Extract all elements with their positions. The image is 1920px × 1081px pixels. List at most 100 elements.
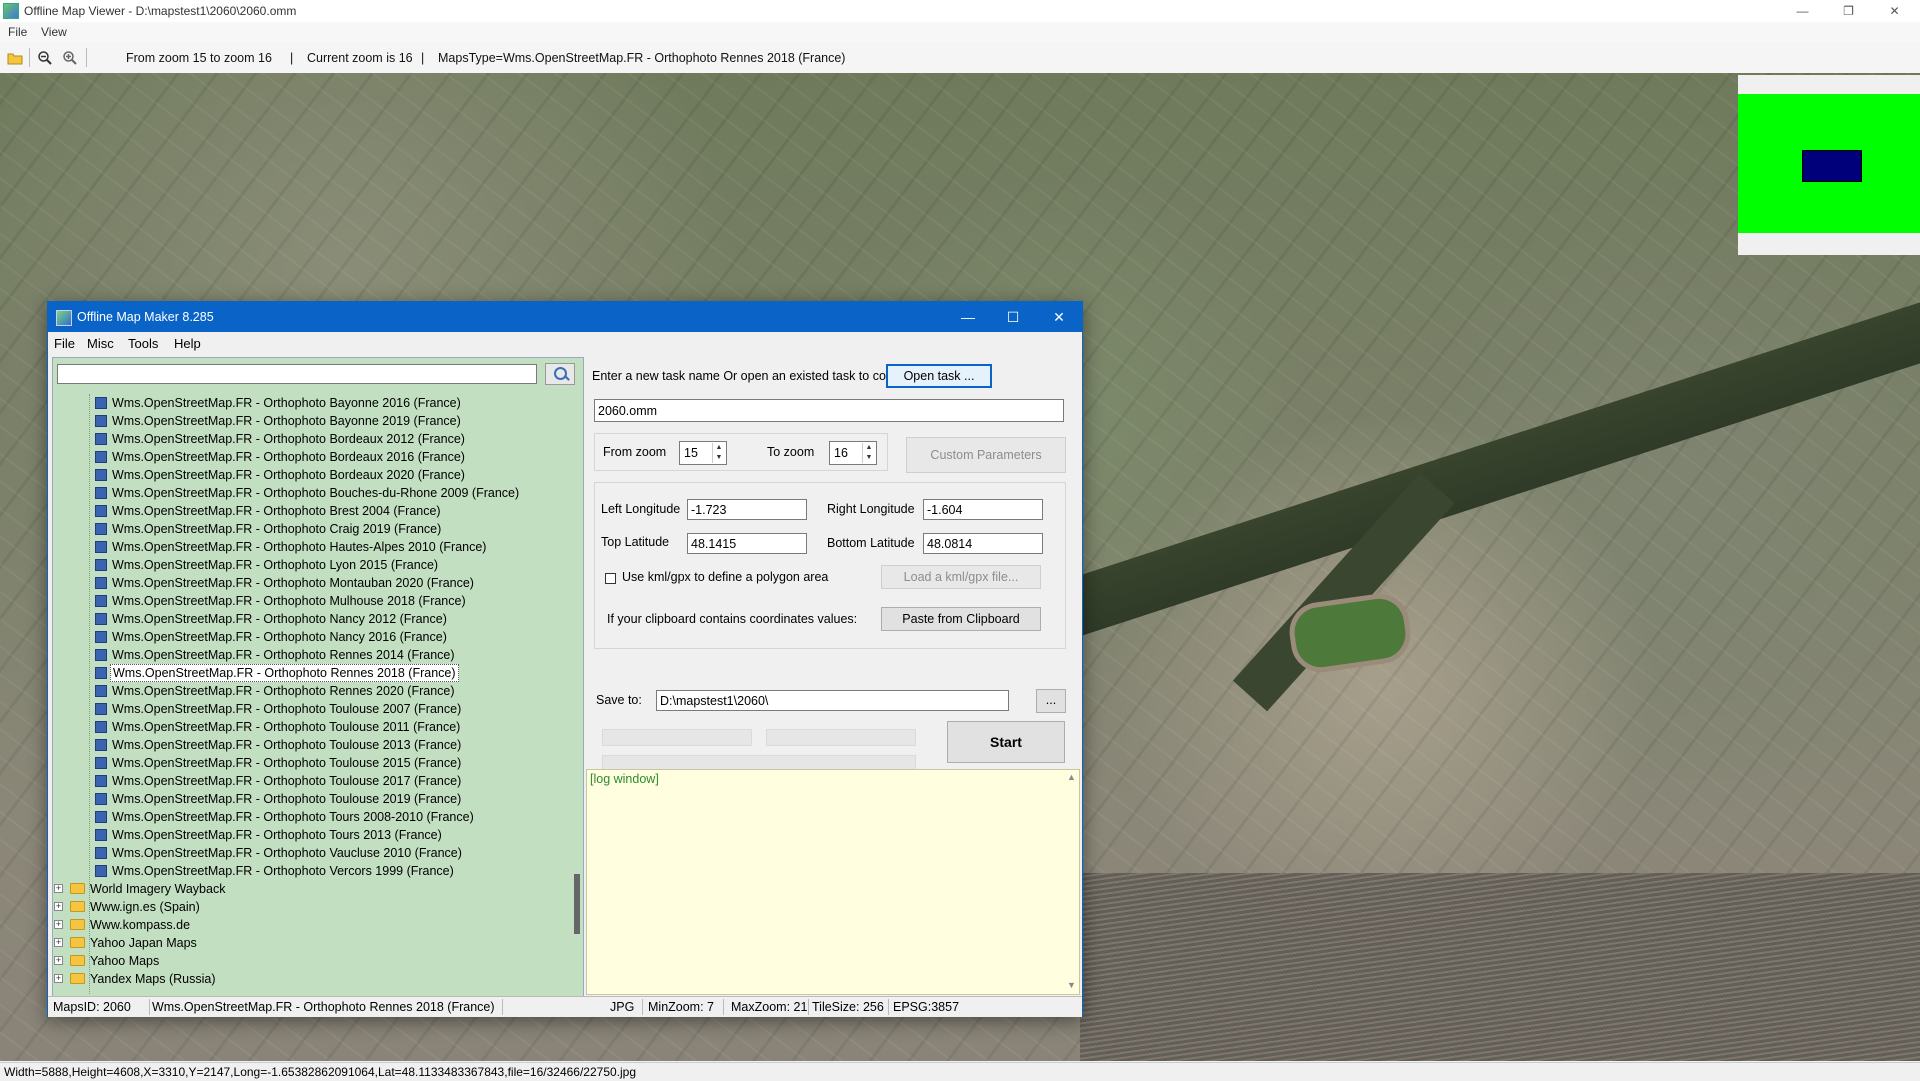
tree-item[interactable]: Wms.OpenStreetMap.FR - Orthophoto Bordea… [53, 448, 563, 466]
tree-item[interactable]: Wms.OpenStreetMap.FR - Orthophoto Tours … [53, 826, 563, 844]
tree-item[interactable]: Wms.OpenStreetMap.FR - Orthophoto Brest … [53, 502, 563, 520]
to-zoom-input[interactable] [832, 444, 860, 462]
tree-folder[interactable]: + Yahoo Maps [53, 952, 563, 970]
to-zoom-spinner[interactable]: ▲▼ [829, 441, 877, 465]
from-zoom-input[interactable] [682, 444, 710, 462]
expand-icon[interactable]: + [54, 974, 63, 983]
bottom-latitude-label: Bottom Latitude [827, 536, 915, 550]
tree-item[interactable]: Wms.OpenStreetMap.FR - Orthophoto Toulou… [53, 718, 563, 736]
minimize-button[interactable]: — [1780, 0, 1825, 22]
folder-icon [70, 973, 85, 984]
overview-viewport-rect[interactable] [1802, 150, 1862, 182]
menu-file[interactable]: File [8, 25, 27, 39]
tree-item[interactable]: Wms.OpenStreetMap.FR - Orthophoto Bordea… [53, 430, 563, 448]
tree-item[interactable]: Wms.OpenStreetMap.FR - Orthophoto Toulou… [53, 700, 563, 718]
paste-clipboard-button[interactable]: Paste from Clipboard [881, 607, 1041, 631]
spin-down-icon[interactable]: ▼ [713, 453, 725, 463]
open-folder-icon[interactable] [7, 50, 23, 66]
log-window[interactable]: [log window] ▲ ▼ [586, 769, 1080, 995]
tree-item[interactable]: Wms.OpenStreetMap.FR - Orthophoto Toulou… [53, 736, 563, 754]
scroll-down-icon[interactable]: ▼ [1067, 980, 1076, 990]
right-longitude-input[interactable] [923, 499, 1043, 520]
expand-icon[interactable]: + [54, 884, 63, 893]
dialog-menu-misc[interactable]: Misc [87, 336, 114, 351]
tree-item[interactable]: Wms.OpenStreetMap.FR - Orthophoto Hautes… [53, 538, 563, 556]
zoom-out-icon[interactable] [37, 50, 53, 66]
zoom-in-icon[interactable] [62, 50, 78, 66]
tree-folder[interactable]: + Yahoo Japan Maps [53, 934, 563, 952]
tree-item[interactable]: Wms.OpenStreetMap.FR - Orthophoto Rennes… [53, 646, 563, 664]
tree-item[interactable]: Wms.OpenStreetMap.FR - Orthophoto Mulhou… [53, 592, 563, 610]
from-zoom-spinner[interactable]: ▲▼ [679, 441, 727, 465]
browse-button[interactable]: ... [1036, 689, 1066, 713]
expand-icon[interactable]: + [54, 938, 63, 947]
tree-item-label: Wms.OpenStreetMap.FR - Orthophoto Bordea… [112, 432, 465, 446]
tree-item[interactable]: Wms.OpenStreetMap.FR - Orthophoto Bayonn… [53, 412, 563, 430]
save-path-input[interactable] [656, 690, 1009, 711]
kml-checkbox[interactable] [605, 573, 616, 584]
expand-icon[interactable]: + [54, 920, 63, 929]
search-input[interactable] [57, 364, 537, 384]
tree-item-label: Wms.OpenStreetMap.FR - Orthophoto Bayonn… [112, 396, 461, 410]
tree-folder[interactable]: + Www.kompass.de [53, 916, 563, 934]
scroll-up-icon[interactable]: ▲ [1067, 772, 1076, 782]
map-layer-icon [95, 631, 107, 643]
tree-item[interactable]: Wms.OpenStreetMap.FR - Orthophoto Toulou… [53, 754, 563, 772]
load-kml-button[interactable]: Load a kml/gpx file... [881, 565, 1041, 589]
overview-minimap[interactable] [1738, 75, 1920, 255]
task-name-input[interactable] [594, 399, 1064, 422]
map-layer-icon [95, 487, 107, 499]
maximize-button[interactable]: ❐ [1826, 0, 1871, 22]
expand-icon[interactable]: + [54, 956, 63, 965]
top-latitude-input[interactable] [687, 533, 807, 554]
tree-folder[interactable]: + Yandex Maps (Russia) [53, 970, 563, 988]
start-button[interactable]: Start [947, 721, 1065, 763]
tree-item[interactable]: Wms.OpenStreetMap.FR - Orthophoto Toulou… [53, 772, 563, 790]
dialog-minimize-button[interactable]: — [945, 302, 991, 332]
tree-item[interactable]: Wms.OpenStreetMap.FR - Orthophoto Nancy … [53, 610, 563, 628]
tree-item[interactable]: Wms.OpenStreetMap.FR - Orthophoto Nancy … [53, 628, 563, 646]
tree-item[interactable]: Wms.OpenStreetMap.FR - Orthophoto Bordea… [53, 466, 563, 484]
map-layer-icon [95, 847, 107, 859]
spin-down-icon[interactable]: ▼ [863, 453, 875, 463]
tree-item[interactable]: Wms.OpenStreetMap.FR - Orthophoto Vauclu… [53, 844, 563, 862]
custom-parameters-button[interactable]: Custom Parameters [906, 437, 1066, 473]
tree-item[interactable]: Wms.OpenStreetMap.FR - Orthophoto Rennes… [53, 664, 563, 682]
tree-item[interactable]: Wms.OpenStreetMap.FR - Orthophoto Tours … [53, 808, 563, 826]
bottom-latitude-input[interactable] [923, 533, 1043, 554]
tree-item-label: Wms.OpenStreetMap.FR - Orthophoto Mulhou… [112, 594, 466, 608]
from-zoom-label: From zoom [603, 445, 667, 459]
dialog-close-button[interactable]: ✕ [1036, 302, 1082, 332]
tree-folder[interactable]: + Www.ign.es (Spain) [53, 898, 563, 916]
spin-up-icon[interactable]: ▲ [863, 443, 875, 453]
dialog-maximize-button[interactable]: ☐ [990, 302, 1036, 332]
search-button[interactable] [545, 363, 575, 385]
dialog-menu-file[interactable]: File [54, 336, 75, 351]
tree-item-label: Wms.OpenStreetMap.FR - Orthophoto Toulou… [112, 702, 462, 716]
tree-item[interactable]: Wms.OpenStreetMap.FR - Orthophoto Bouche… [53, 484, 563, 502]
tree-scrollbar-thumb[interactable] [574, 874, 580, 934]
tree-folder[interactable]: + World Imagery Wayback [53, 880, 563, 898]
dialog-app-icon [56, 310, 72, 326]
tree-item[interactable]: Wms.OpenStreetMap.FR - Orthophoto Craig … [53, 520, 563, 538]
tree-item-label: Wms.OpenStreetMap.FR - Orthophoto Vauclu… [112, 846, 462, 860]
tree-item[interactable]: Wms.OpenStreetMap.FR - Orthophoto Bayonn… [53, 394, 563, 412]
dialog-titlebar[interactable]: Offline Map Maker 8.285 — ☐ ✕ [48, 302, 1082, 332]
map-source-tree[interactable]: Wms.OpenStreetMap.FR - Orthophoto Bayonn… [53, 394, 571, 994]
menu-view[interactable]: View [41, 25, 67, 39]
dialog-menu-help[interactable]: Help [174, 336, 201, 351]
tree-scrollbar[interactable] [573, 394, 581, 994]
dialog-menu-tools[interactable]: Tools [128, 336, 158, 351]
clipboard-label: If your clipboard contains coordinates v… [607, 612, 858, 626]
expand-icon[interactable]: + [54, 902, 63, 911]
tree-item[interactable]: Wms.OpenStreetMap.FR - Orthophoto Lyon 2… [53, 556, 563, 574]
tree-item[interactable]: Wms.OpenStreetMap.FR - Orthophoto Rennes… [53, 682, 563, 700]
open-task-button[interactable]: Open task ... [886, 364, 992, 388]
spin-up-icon[interactable]: ▲ [713, 443, 725, 453]
close-button[interactable]: ✕ [1872, 0, 1917, 22]
log-scrollbar[interactable]: ▲ ▼ [1065, 770, 1079, 994]
tree-item[interactable]: Wms.OpenStreetMap.FR - Orthophoto Montau… [53, 574, 563, 592]
tree-item[interactable]: Wms.OpenStreetMap.FR - Orthophoto Toulou… [53, 790, 563, 808]
left-longitude-input[interactable] [687, 499, 807, 520]
tree-item[interactable]: Wms.OpenStreetMap.FR - Orthophoto Vercor… [53, 862, 563, 880]
